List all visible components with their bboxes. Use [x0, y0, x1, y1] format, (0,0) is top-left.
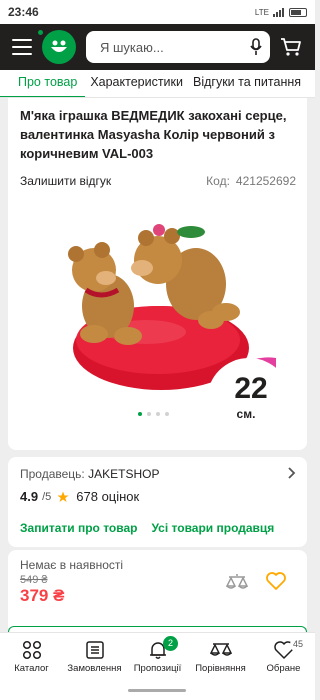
nav-label: Замовлення — [67, 663, 122, 674]
seller-label: Продавець: — [20, 467, 85, 481]
battery-icon — [289, 7, 307, 17]
search-placeholder: Я шукаю... — [100, 39, 164, 55]
signal-icon — [273, 7, 284, 17]
offers-badge: 2 — [163, 636, 178, 651]
bottom-navigation: Каталог Замовлення 2 Пропозиції Порівнян… — [0, 632, 315, 680]
notification-dot — [36, 28, 45, 37]
product-code: Код: 421252692 — [200, 174, 296, 188]
app-header: Я шукаю... — [0, 24, 315, 70]
star-icon — [57, 491, 69, 502]
gallery-dot[interactable] — [165, 412, 169, 416]
nav-label: Каталог — [14, 663, 49, 674]
gallery-dot[interactable] — [147, 412, 151, 416]
rating-count: 678 оцінок — [76, 489, 140, 504]
price-card: Немає в наявності 549 ₴ 379 ₴ — [8, 550, 307, 628]
rating-value: 4.9 — [20, 489, 39, 504]
system-icons: LTE — [254, 7, 307, 17]
nav-label: Обране — [266, 663, 301, 674]
nav-compare[interactable]: Порівняння — [189, 633, 252, 680]
review-row: Залишити відгук Код: 421252692 — [20, 174, 296, 188]
gallery-dots — [138, 412, 169, 416]
smile-logo-icon — [51, 40, 67, 52]
nav-orders[interactable]: Замовлення — [63, 633, 126, 680]
cart-icon[interactable] — [280, 37, 302, 57]
leave-review-link[interactable]: Залишити відгук — [20, 174, 111, 188]
gallery-dot[interactable] — [138, 412, 142, 416]
product-tabs: Про товар Характеристики Відгуки та пита… — [0, 70, 315, 98]
system-home-bar — [0, 680, 315, 700]
orders-icon — [85, 641, 104, 659]
size-badge-number: 22 — [234, 372, 267, 405]
seller-name: JAKETSHOP — [88, 467, 160, 481]
wishlist-heart-icon[interactable] — [266, 572, 286, 590]
menu-icon[interactable] — [12, 39, 32, 55]
tab-about[interactable]: Про товар — [0, 70, 86, 97]
logo[interactable] — [36, 28, 76, 64]
product-code-value: 421252692 — [235, 174, 296, 188]
tab-reviews[interactable]: Відгуки та питання — [188, 70, 306, 97]
signal-label: LTE — [254, 7, 269, 17]
nav-offers[interactable]: 2 Пропозиції — [126, 633, 189, 680]
status-bar: 23:46 LTE — [0, 0, 315, 24]
nav-catalog[interactable]: Каталог — [0, 633, 63, 680]
tab-characteristics[interactable]: Характеристики — [85, 70, 188, 97]
current-price: 379 ₴ — [20, 586, 65, 605]
chevron-right-icon[interactable] — [288, 467, 296, 479]
old-price: 549 ₴ — [20, 574, 48, 586]
compare-icon[interactable] — [226, 572, 248, 592]
microphone-icon[interactable] — [250, 38, 262, 56]
product-card: М'яка іграшка ВЕДМЕДИК закохані серце, в… — [8, 98, 307, 450]
seller-links: Запитати про товар Усі товари продавця — [20, 521, 274, 535]
catalog-icon — [22, 640, 41, 660]
size-badge-unit: см. — [237, 407, 256, 421]
status-time: 23:46 — [8, 5, 39, 19]
seller-card[interactable]: Продавець: JAKETSHOP 4.9/5 678 оцінок За… — [8, 457, 307, 547]
search-input[interactable]: Я шукаю... — [86, 31, 270, 63]
ask-about-product-link[interactable]: Запитати про товар — [20, 521, 137, 535]
availability-status: Немає в наявності — [20, 558, 124, 572]
all-seller-goods-link[interactable]: Усі товари продавця — [151, 521, 274, 535]
nav-label: Порівняння — [195, 663, 246, 674]
gallery-dot[interactable] — [156, 412, 160, 416]
home-indicator[interactable] — [128, 689, 186, 692]
favorites-badge: 45 — [290, 637, 307, 652]
nav-favorites[interactable]: 45 Обране — [252, 633, 315, 680]
product-photo[interactable]: 22 см. — [46, 208, 276, 423]
product-title: М'яка іграшка ВЕДМЕДИК закохані серце, в… — [20, 108, 287, 161]
product-code-label: Код: — [206, 174, 230, 188]
compare-icon — [209, 643, 232, 656]
seller-row: Продавець: JAKETSHOP — [20, 467, 296, 481]
nav-label: Пропозиції — [133, 663, 182, 674]
seller-rating: 4.9/5 678 оцінок — [20, 489, 139, 504]
rating-max: /5 — [42, 490, 52, 503]
